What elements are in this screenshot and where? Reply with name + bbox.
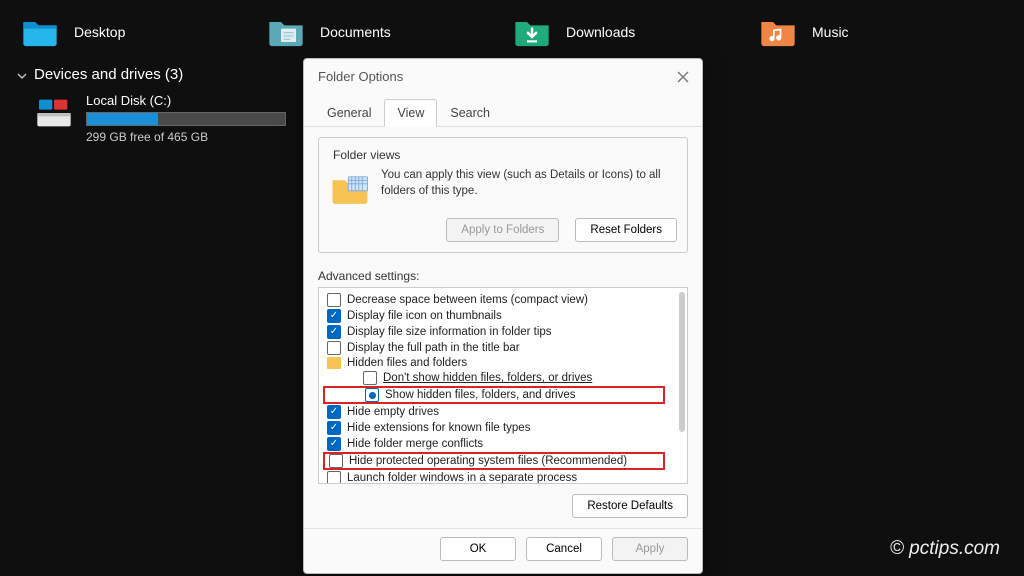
option-0[interactable]: Decrease space between items (compact vi…	[323, 292, 671, 308]
option-label: Display the full path in the title bar	[347, 342, 520, 354]
option-1[interactable]: Display file icon on thumbnails	[323, 308, 671, 324]
option-5[interactable]: Don't show hidden files, folders, or dri…	[323, 370, 671, 386]
tab-general[interactable]: General	[314, 99, 384, 127]
option-3[interactable]: Display the full path in the title bar	[323, 340, 671, 356]
checkbox[interactable]	[327, 309, 341, 323]
restore-defaults-button[interactable]: Restore Defaults	[572, 494, 688, 518]
documents-folder-icon	[266, 12, 306, 52]
drive-capacity-bar	[86, 112, 286, 126]
apply-button[interactable]: Apply	[612, 537, 688, 561]
advanced-settings-label: Advanced settings:	[318, 269, 688, 283]
option-label: Display file icon on thumbnails	[347, 310, 502, 322]
qa-downloads[interactable]: Downloads	[512, 12, 758, 52]
option-label: Hidden files and folders	[347, 357, 467, 369]
folder-views-group: Folder views You can apply this view (su…	[318, 137, 688, 253]
downloads-folder-icon	[512, 12, 552, 52]
tab-view[interactable]: View	[384, 99, 437, 127]
cancel-button[interactable]: Cancel	[526, 537, 602, 561]
apply-to-folders-button[interactable]: Apply to Folders	[446, 218, 559, 242]
folder-options-dialog: Folder Options General View Search Folde…	[303, 58, 703, 574]
option-label: Don't show hidden files, folders, or dri…	[383, 372, 592, 384]
desktop-folder-icon	[20, 12, 60, 52]
folder-views-legend: Folder views	[329, 148, 404, 162]
checkbox[interactable]	[327, 325, 341, 339]
qa-label: Music	[812, 24, 849, 40]
option-9[interactable]: Hide folder merge conflicts	[323, 436, 671, 452]
qa-documents[interactable]: Documents	[266, 12, 512, 52]
music-folder-icon	[758, 12, 798, 52]
drive-free-text: 299 GB free of 465 GB	[86, 130, 286, 144]
qa-label: Downloads	[566, 24, 635, 40]
option-label: Launch folder windows in a separate proc…	[347, 472, 577, 484]
option-label: Show hidden files, folders, and drives	[385, 389, 576, 401]
drive-name: Local Disk (C:)	[86, 93, 286, 108]
option-label: Decrease space between items (compact vi…	[347, 294, 588, 306]
option-10[interactable]: Hide protected operating system files (R…	[323, 452, 665, 470]
dialog-tabs: General View Search	[304, 92, 702, 127]
qa-label: Desktop	[74, 24, 125, 40]
scrollbar-thumb[interactable]	[679, 292, 685, 432]
checkbox[interactable]	[327, 293, 341, 307]
checkbox[interactable]	[327, 437, 341, 451]
ok-button[interactable]: OK	[440, 537, 516, 561]
folder-views-icon	[329, 168, 371, 210]
radio[interactable]	[365, 388, 379, 402]
option-label: Display file size information in folder …	[347, 326, 552, 338]
checkbox[interactable]	[327, 341, 341, 355]
option-label: Hide extensions for known file types	[347, 422, 530, 434]
reset-folders-button[interactable]: Reset Folders	[575, 218, 677, 242]
qa-music[interactable]: Music	[758, 12, 1004, 52]
dialog-title: Folder Options	[318, 69, 403, 84]
checkbox[interactable]	[327, 421, 341, 435]
chevron-down-icon	[16, 69, 28, 81]
checkbox[interactable]	[329, 454, 343, 468]
option-label: Hide empty drives	[347, 406, 439, 418]
advanced-settings-list[interactable]: Decrease space between items (compact vi…	[318, 287, 688, 484]
radio[interactable]	[363, 371, 377, 385]
option-6[interactable]: Show hidden files, folders, and drives	[323, 386, 665, 404]
option-7[interactable]: Hide empty drives	[323, 404, 671, 420]
dialog-body: Folder views You can apply this view (su…	[304, 127, 702, 528]
watermark: © pctips.com	[890, 538, 1000, 560]
option-8[interactable]: Hide extensions for known file types	[323, 420, 671, 436]
option-label: Hide protected operating system files (R…	[349, 455, 627, 467]
option-group-4: Hidden files and folders	[323, 356, 671, 370]
tab-search[interactable]: Search	[437, 99, 503, 127]
qa-desktop[interactable]: Desktop	[20, 12, 266, 52]
folder-icon	[327, 357, 341, 369]
option-2[interactable]: Display file size information in folder …	[323, 324, 671, 340]
dialog-titlebar: Folder Options	[304, 59, 702, 92]
devices-header-text: Devices and drives (3)	[34, 66, 183, 83]
qa-label: Documents	[320, 24, 391, 40]
close-icon[interactable]	[676, 70, 690, 84]
checkbox[interactable]	[327, 471, 341, 484]
drive-info: Local Disk (C:) 299 GB free of 465 GB	[86, 93, 286, 144]
option-11[interactable]: Launch folder windows in a separate proc…	[323, 470, 671, 484]
drive-icon	[34, 93, 74, 133]
option-label: Hide folder merge conflicts	[347, 438, 483, 450]
dialog-footer: OK Cancel Apply	[304, 528, 702, 573]
folder-views-desc: You can apply this view (such as Details…	[381, 168, 677, 210]
checkbox[interactable]	[327, 405, 341, 419]
drive-capacity-fill	[87, 113, 158, 125]
quick-access-row: Desktop Documents Downloads Music	[0, 0, 1024, 56]
